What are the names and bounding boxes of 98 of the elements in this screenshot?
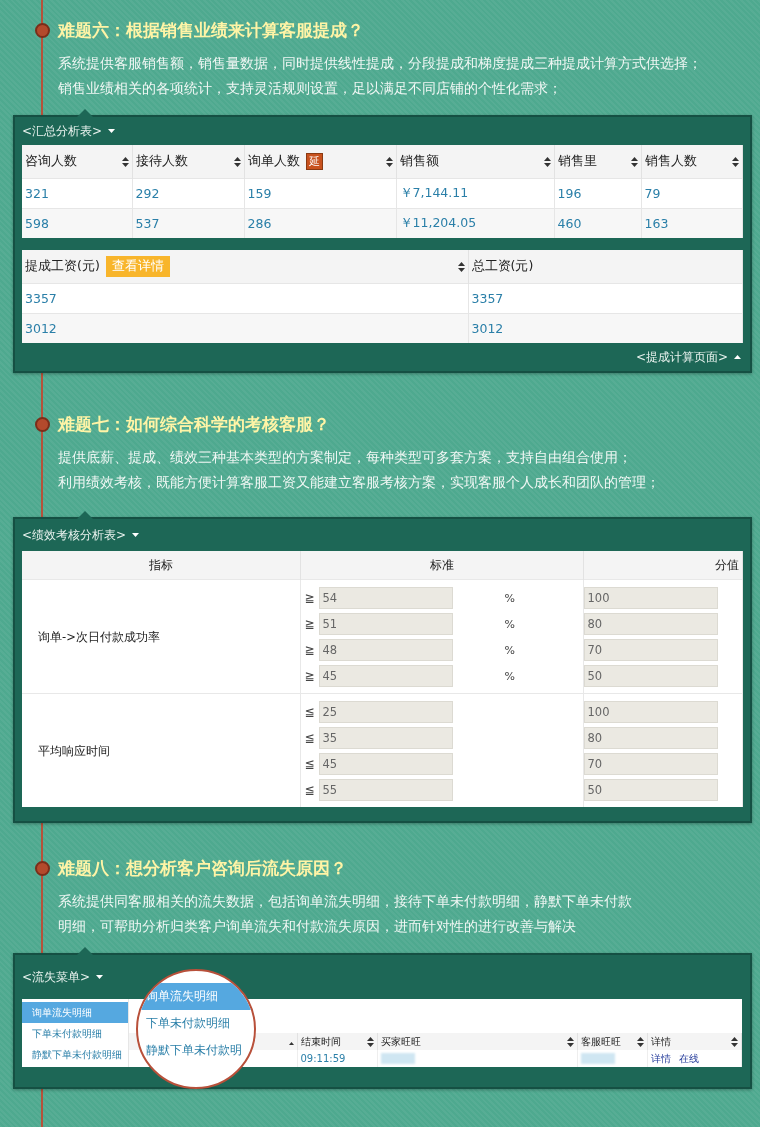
- menu-item[interactable]: 静默下单未付款明细: [22, 1044, 128, 1065]
- table-cell: 598: [22, 208, 132, 238]
- operator-symbol: ≧: [303, 669, 316, 683]
- column-header: 标准: [429, 557, 454, 572]
- menu-item[interactable]: 询单流失明细: [22, 1002, 128, 1023]
- unit-label: %: [504, 617, 515, 631]
- threshold-field[interactable]: 54: [318, 587, 453, 609]
- score-field[interactable]: 80: [583, 613, 718, 635]
- score-field[interactable]: 80: [583, 727, 718, 749]
- sort-icon[interactable]: [630, 156, 638, 167]
- threshold-field[interactable]: 55: [318, 779, 453, 801]
- score-field[interactable]: 70: [583, 753, 718, 775]
- unit-label: %: [504, 643, 515, 657]
- table-cell: 460: [554, 208, 641, 238]
- table-cell: 321: [22, 178, 132, 209]
- section-title: 难题八：想分析客户咨询后流失原因？: [58, 856, 347, 880]
- operator-symbol: ≦: [303, 757, 316, 771]
- score-field[interactable]: 70: [583, 639, 718, 661]
- sort-icon[interactable]: [457, 261, 465, 272]
- description-text: 利用绩效考核，既能方便计算客服工资又能建立客服考核方案，实现客服个人成长和团队的管理；: [57, 473, 661, 492]
- threshold-field[interactable]: 45: [318, 753, 453, 775]
- indicator-label: 询单->次日付款成功率: [37, 629, 160, 644]
- badge: 延: [305, 153, 323, 170]
- timeline-dot: [35, 22, 50, 38]
- timeline-dot: [35, 860, 50, 876]
- table-cell: 163: [641, 208, 742, 238]
- timeline-dot: [35, 416, 50, 432]
- blurred-text: [380, 1053, 415, 1065]
- panel-title[interactable]: <流失菜单>: [22, 968, 91, 986]
- table-cell: 159: [244, 178, 396, 209]
- column-header: 指标: [148, 557, 173, 572]
- table-cell: 286: [244, 208, 396, 238]
- description-text: 明细，可帮助分析归类客户询单流失和付款流失原因，进而针对性的进行改善与解决: [57, 917, 577, 936]
- operator-symbol: ≦: [303, 731, 316, 745]
- table-cell: 292: [132, 178, 244, 209]
- table-cell: 196: [554, 178, 641, 209]
- operator-symbol: ≦: [303, 783, 316, 797]
- score-field[interactable]: 50: [583, 779, 718, 801]
- sort-icon[interactable]: [731, 156, 739, 167]
- column-header[interactable]: 销售额: [399, 153, 439, 170]
- sort-icon[interactable]: [233, 156, 241, 167]
- sort-icon[interactable]: [121, 156, 129, 167]
- panel-title[interactable]: <绩效考核分析表>: [22, 526, 127, 544]
- menu-item[interactable]: 下单未付款明细: [22, 1023, 128, 1044]
- sort-icon[interactable]: [366, 1036, 374, 1047]
- sort-icon[interactable]: [543, 156, 551, 167]
- table-cell: ￥7,144.11: [396, 178, 554, 209]
- score-field[interactable]: 100: [583, 701, 718, 723]
- caret-down-icon: [108, 129, 116, 133]
- unit-label: %: [504, 669, 515, 683]
- operator-symbol: ≧: [303, 617, 316, 631]
- column-header[interactable]: 询单人数: [247, 153, 300, 170]
- column-header: 分值: [714, 557, 739, 572]
- description-text: 销售业绩相关的各项统计，支持灵活规则设置，足以满足不同店铺的个性化需求；: [57, 79, 563, 98]
- sort-icon[interactable]: [566, 1036, 574, 1047]
- threshold-field[interactable]: 25: [318, 701, 453, 723]
- operator-symbol: ≧: [303, 591, 316, 605]
- table-cell: 3357: [22, 283, 468, 314]
- table-cell: 3012: [468, 313, 742, 343]
- score-field[interactable]: 100: [583, 587, 718, 609]
- sort-icon[interactable]: [731, 1036, 738, 1047]
- column-header[interactable]: 提成工资(元): [25, 258, 100, 275]
- section-title: 难题六：根据销售业绩来计算客服提成？: [58, 18, 364, 42]
- calculation-page-link[interactable]: <提成计算页面>: [635, 348, 728, 366]
- table-cell: 3357: [468, 283, 742, 314]
- panel-title[interactable]: <汇总分析表>: [22, 122, 103, 140]
- sort-icon[interactable]: [385, 156, 393, 167]
- threshold-field[interactable]: 45: [318, 665, 453, 687]
- sort-up-icon[interactable]: [288, 1042, 294, 1045]
- threshold-field[interactable]: 51: [318, 613, 453, 635]
- menu-item[interactable]: 静默下单未付款明: [138, 1037, 254, 1064]
- table-cell: 09:11:59: [297, 1050, 377, 1067]
- operator-symbol: ≧: [303, 643, 316, 657]
- detail-link[interactable]: 在线: [678, 1052, 699, 1064]
- indicator-label: 平均响应时间: [37, 743, 110, 758]
- description-text: 提供底薪、提成、绩效三种基本类型的方案制定，每种类型可多套方案，支持自由组合使用；: [57, 448, 633, 467]
- table-cell: ￥11,204.05: [396, 208, 554, 238]
- description-text: 系统提供同客服相关的流失数据，包括询单流失明细，接待下单未付款明细，静默下单未付款: [57, 892, 633, 911]
- threshold-field[interactable]: 48: [318, 639, 453, 661]
- threshold-field[interactable]: 35: [318, 727, 453, 749]
- caret-down-icon: [96, 975, 104, 979]
- table-cell: 79: [641, 178, 742, 209]
- detail-link[interactable]: 详情: [650, 1052, 671, 1064]
- section-title: 难题七：如何综合科学的考核客服？: [58, 412, 330, 436]
- score-field[interactable]: 50: [583, 665, 718, 687]
- table-cell: 3012: [22, 313, 468, 343]
- column-header[interactable]: 买家旺旺: [380, 1034, 421, 1049]
- sort-icon[interactable]: [636, 1036, 644, 1047]
- unit-label: %: [504, 591, 515, 605]
- blurred-text: [580, 1053, 615, 1065]
- table-cell: 537: [132, 208, 244, 238]
- caret-up-icon: [734, 355, 741, 359]
- menu-item[interactable]: 下单未付款明细: [138, 1010, 254, 1037]
- caret-down-icon: [132, 533, 140, 537]
- operator-symbol: ≦: [303, 705, 316, 719]
- column-header[interactable]: 总工资(元): [471, 258, 534, 275]
- description-text: 系统提供客服销售额，销售量数据，同时提供线性提成，分段提成和梯度提成三种提成计算方式供选择；: [57, 54, 703, 73]
- column-header[interactable]: 详情: [650, 1034, 671, 1049]
